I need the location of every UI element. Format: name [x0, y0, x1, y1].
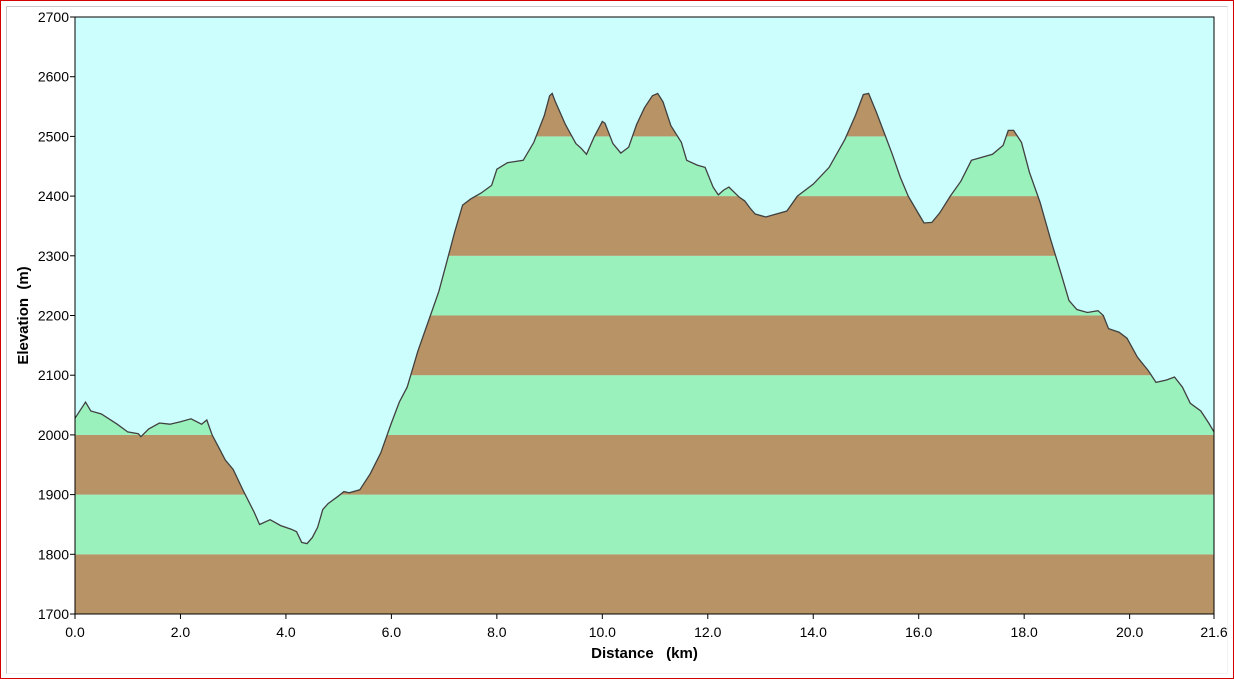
x-tick-label: 16.0 [905, 624, 932, 640]
y-tick-label: 2200 [38, 308, 69, 324]
elevation-profile-chart: 1700 1800 1900 2000 2100 2200 2300 2400 2500 2600… [15, 9, 1228, 662]
y-tick-label: 2400 [38, 188, 69, 204]
x-tick-label: 2.0 [171, 624, 191, 640]
y-tick-label: 2700 [38, 9, 69, 25]
x-tick-label: 6.0 [382, 624, 402, 640]
y-axis-label: Elevation (m) [15, 266, 32, 364]
x-tick-label: 12.0 [694, 624, 721, 640]
x-tick-label: 21.6 [1200, 624, 1227, 640]
y-tick-label: 1700 [38, 606, 69, 622]
y-tick-label: 2000 [38, 427, 69, 443]
y-tick-label: 2300 [38, 248, 69, 264]
y-axis: 1700 1800 1900 2000 2100 2200 2300 2400 2500 2600… [38, 9, 75, 622]
elevation-band [75, 554, 1214, 614]
x-tick-label: 14.0 [800, 624, 827, 640]
x-tick-label: 20.0 [1116, 624, 1143, 640]
y-tick-label: 1900 [38, 487, 69, 503]
x-tick-label: 8.0 [487, 624, 507, 640]
elevation-band [75, 494, 1214, 555]
y-tick-label: 1800 [38, 546, 69, 562]
y-tick-label: 2500 [38, 128, 69, 144]
x-axis-label: Distance (km) [591, 645, 698, 662]
x-tick-label: 0.0 [65, 624, 85, 640]
x-tick-label: 18.0 [1011, 624, 1038, 640]
y-tick-label: 2100 [38, 367, 69, 383]
y-tick-label: 2600 [38, 69, 69, 85]
x-tick-label: 4.0 [276, 624, 296, 640]
x-tick-label: 10.0 [589, 624, 616, 640]
x-axis: 0.0 2.0 4.0 6.0 8.0 10.0 12.0 14.0 16.0 18.0 20.0 2… [65, 614, 1228, 640]
